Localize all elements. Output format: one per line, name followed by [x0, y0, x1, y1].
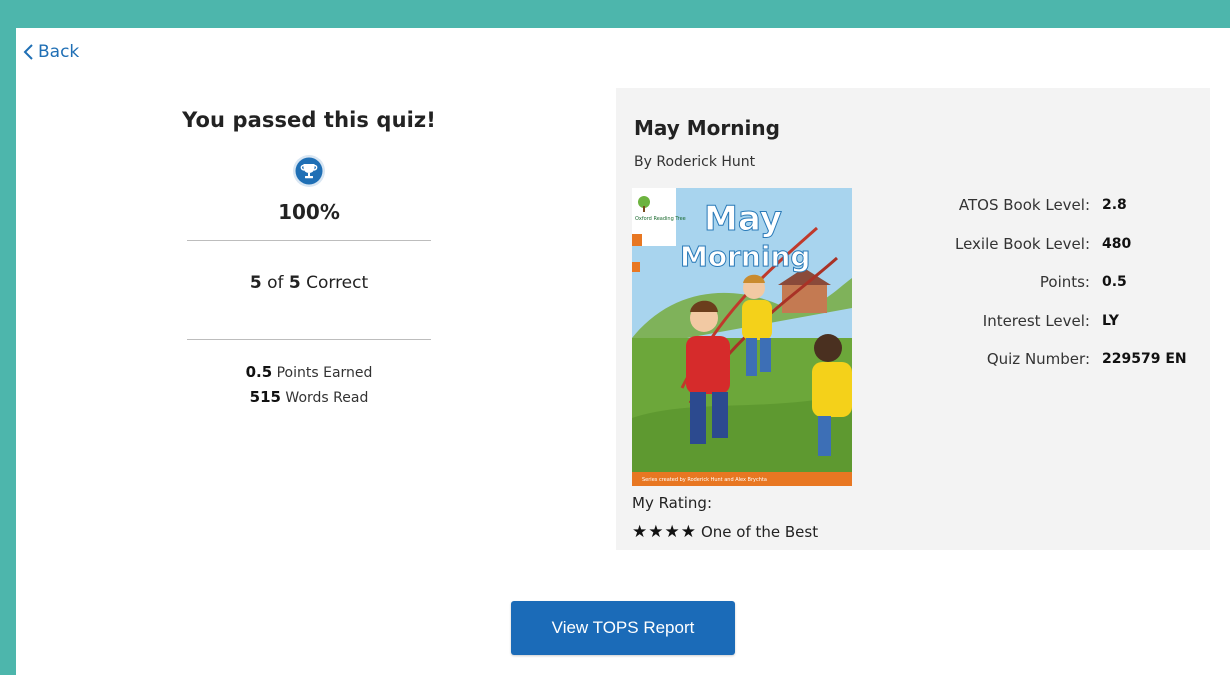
detail-points: Points: 0.5: [936, 273, 1206, 312]
correct-count: 5 of 5 Correct: [174, 273, 444, 293]
detail-value: LY: [1102, 312, 1119, 329]
detail-lexile: Lexile Book Level: 480: [936, 235, 1206, 274]
back-link[interactable]: Back: [22, 42, 79, 62]
score-percent: 100%: [278, 200, 340, 224]
book-cover-image: Oxford Reading Tree May Morning Series c…: [632, 188, 852, 486]
rating-label: My Rating:: [632, 494, 713, 512]
book-info-card: May Morning By Roderick Hunt Oxford Read…: [616, 88, 1210, 550]
cover-title-line2: Morning: [680, 240, 810, 273]
trophy-icon: [292, 154, 326, 188]
correct-text: Correct: [306, 273, 369, 293]
detail-atos: ATOS Book Level: 2.8: [936, 196, 1206, 235]
star-rating-icon: ★★★★: [632, 522, 697, 542]
detail-value: 229579 EN: [1102, 351, 1187, 367]
detail-value: 0.5: [1102, 274, 1127, 290]
detail-label: ATOS Book Level:: [958, 196, 1090, 214]
detail-label: Points:: [1039, 273, 1090, 291]
book-details: ATOS Book Level: 2.8 Lexile Book Level: …: [936, 196, 1206, 389]
divider: [187, 240, 431, 241]
cover-title-line1: May: [704, 199, 782, 239]
words-label: Words Read: [285, 390, 369, 406]
result-title: You passed this quiz!: [182, 108, 436, 132]
points-label: Points Earned: [276, 365, 373, 381]
detail-value: 480: [1102, 235, 1132, 252]
divider: [187, 339, 431, 340]
total-number: 5: [288, 273, 301, 293]
detail-value: 2.8: [1102, 197, 1127, 213]
cover-credits: Series created by Roderick Hunt and Alex…: [642, 477, 767, 483]
rating-text: One of the Best: [700, 523, 819, 541]
detail-label: Quiz Number:: [986, 350, 1090, 368]
words-read: 515 Words Read: [174, 385, 444, 410]
quiz-results-panel: Back You passed this quiz! 100% 5 of 5 C…: [16, 28, 1230, 675]
correct-number: 5: [249, 273, 262, 293]
detail-label: Interest Level:: [982, 311, 1090, 330]
publisher-logo: Oxford Reading Tree: [635, 216, 686, 222]
chevron-left-icon: [22, 43, 34, 61]
reading-stats: 0.5 Points Earned 515 Words Read: [174, 360, 444, 410]
book-rating: ★★★★ One of the Best: [632, 522, 818, 542]
book-author: By Roderick Hunt: [634, 154, 756, 170]
book-title: May Morning: [634, 116, 780, 140]
points-earned: 0.5 Points Earned: [174, 360, 444, 385]
of-text: of: [267, 273, 284, 293]
detail-quiz-number: Quiz Number: 229579 EN: [936, 350, 1206, 389]
detail-interest-level: Interest Level: LY: [936, 312, 1206, 351]
view-tops-report-button[interactable]: View TOPS Report: [511, 601, 735, 655]
points-value: 0.5: [245, 363, 273, 381]
words-value: 515: [249, 388, 281, 406]
quiz-result-summary: You passed this quiz! 100% 5 of 5 Correc…: [174, 108, 444, 410]
back-label: Back: [38, 42, 80, 62]
detail-label: Lexile Book Level:: [954, 234, 1090, 253]
